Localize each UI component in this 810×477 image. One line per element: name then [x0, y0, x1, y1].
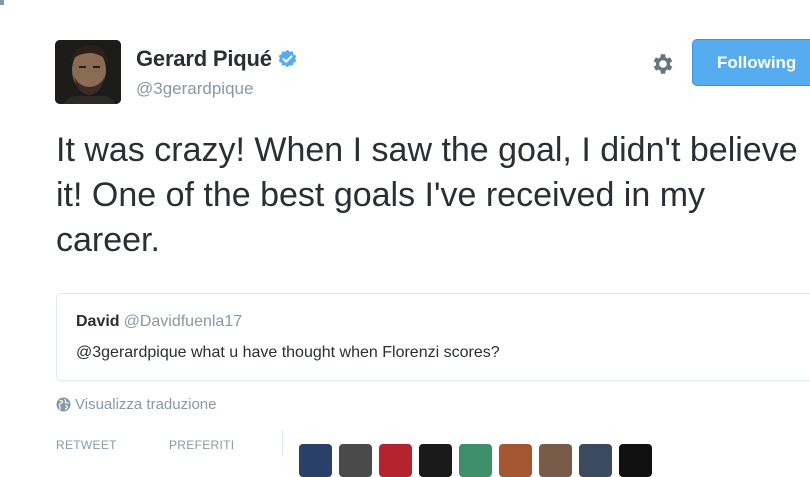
favorite-user-avatar[interactable]	[579, 444, 612, 477]
quoted-tweet-header: David @Davidfuenla17	[76, 313, 242, 331]
favorite-user-avatar[interactable]	[339, 444, 372, 477]
favorites-stat-label[interactable]: PREFERITI	[169, 438, 234, 452]
favorited-by-avatars	[299, 444, 659, 477]
verified-badge-icon	[278, 49, 297, 67]
quoted-author-name: David	[76, 313, 120, 330]
author-name-row: Gerard Piqué	[136, 46, 298, 72]
gear-icon[interactable]	[650, 51, 676, 77]
favorite-user-avatar[interactable]	[619, 444, 652, 477]
author-avatar[interactable]	[55, 40, 121, 104]
tweet-text: It was crazy! When I saw the goal, I did…	[56, 131, 798, 259]
favorite-user-avatar[interactable]	[419, 444, 452, 477]
quoted-tweet-card[interactable]: David @Davidfuenla17 @3gerardpique what u…	[56, 293, 810, 381]
globe-icon	[56, 397, 71, 412]
quoted-tweet-text: @3gerardpique what u have thought when F…	[76, 344, 500, 361]
translate-link[interactable]: Visualizza traduzione	[56, 396, 216, 413]
profile-photo-icon	[55, 40, 121, 104]
favorite-user-avatar[interactable]	[459, 444, 492, 477]
favorite-user-avatar[interactable]	[379, 444, 412, 477]
author-name[interactable]: Gerard Piqué	[136, 46, 272, 72]
following-button[interactable]: Following	[692, 39, 810, 86]
favorite-user-avatar[interactable]	[499, 444, 532, 477]
translate-label: Visualizza traduzione	[75, 396, 217, 413]
corner-mark	[0, 0, 4, 5]
quoted-author-handle: @Davidfuenla17	[123, 313, 243, 330]
retweet-stat-label[interactable]: RETWEET	[56, 438, 117, 452]
favorite-user-avatar[interactable]	[299, 444, 332, 477]
favorite-user-avatar[interactable]	[539, 444, 572, 477]
stats-divider	[282, 430, 283, 456]
author-handle[interactable]: @3gerardpique	[136, 79, 253, 99]
